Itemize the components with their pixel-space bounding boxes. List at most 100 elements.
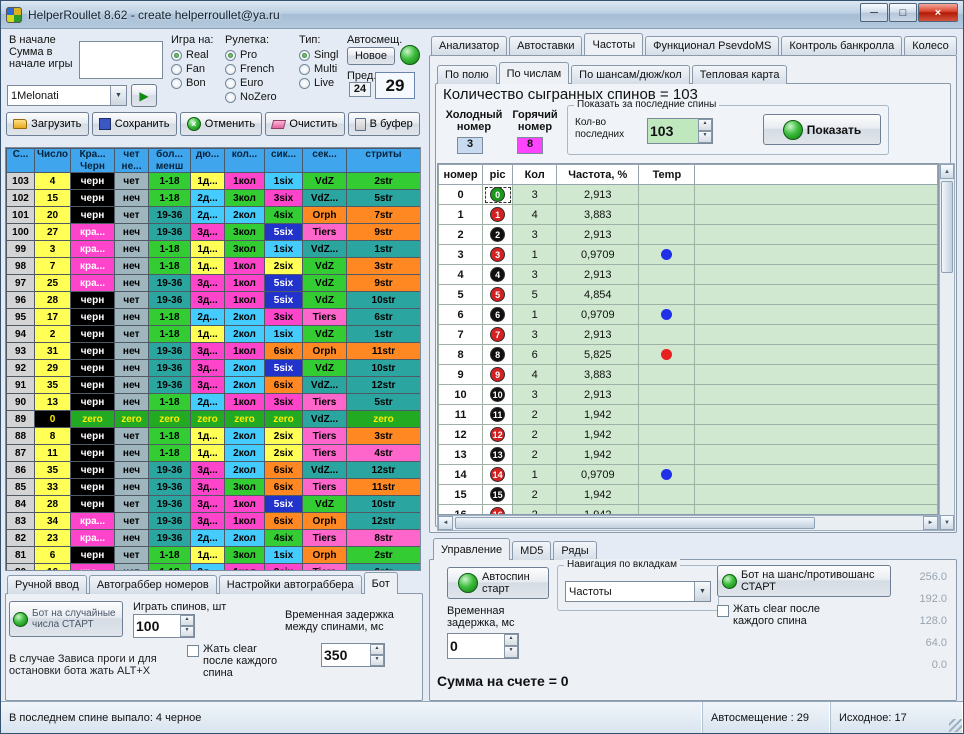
toolbar-eraser-button[interactable]: Очистить [265,112,344,136]
main-tab[interactable]: Автоставки [509,36,582,55]
spinner-down-icon[interactable]: ▼ [180,626,194,637]
spinner-down-icon[interactable]: ▼ [370,655,384,666]
type-radio-multi[interactable]: Multi [299,62,338,76]
start-sum-input[interactable] [79,41,163,79]
history-row[interactable]: 8428чернчет19-363д...1кол5sixVdZ10str [7,496,421,513]
history-row[interactable]: 9628чернчет19-363д...1кол5sixVdZ10str [7,292,421,309]
frequency-row[interactable]: 2232,913 [439,225,938,245]
tab-navigation-combobox[interactable]: Частоты ▼ [565,581,711,602]
frequency-row[interactable]: 5554,854 [439,285,938,305]
frequency-row[interactable]: 9943,883 [439,365,938,385]
chance-bot-start-button[interactable]: Бот на шанс/противошанс СТАРТ [717,565,891,597]
spinner-up-icon[interactable]: ▲ [698,119,712,131]
roulette-radio-euro[interactable]: Euro [225,76,277,90]
game-radio-real[interactable]: Real [171,48,209,62]
profile-play-button[interactable]: ▶ [131,84,157,107]
sub-tab[interactable]: По шансам/дюж/кол [571,65,690,84]
history-row[interactable]: 993кра...неч1-181д...3кол1sixVdZ...1str [7,241,421,258]
left-bottom-tab[interactable]: Ручной ввод [7,575,87,594]
main-tab[interactable]: Функционал PsevdoMS [645,36,779,55]
random-bot-start-button[interactable]: Бот на случайные числа СТАРТ [9,601,123,637]
autospin-start-button[interactable]: Автоспин старт [447,567,549,599]
history-row[interactable]: 8223кра...неч19-362д...2кол4sixTiers8str [7,530,421,547]
chevron-down-icon[interactable]: ▼ [694,582,710,601]
history-row[interactable]: 9013черннеч1-182д...1кол3sixTiers5str [7,394,421,411]
history-row[interactable]: 942чернчет1-181д...2кол1sixVdZ1str [7,326,421,343]
history-row[interactable]: 8635черннеч19-363д...2кол6sixVdZ...12str [7,462,421,479]
toolbar-save-button[interactable]: Сохранить [92,112,177,136]
history-row[interactable]: 10215черннеч1-182д...3кол3sixVdZ...5str [7,190,421,207]
game-radio-fan[interactable]: Fan [171,62,209,76]
main-tab[interactable]: Анализатор [431,36,507,55]
main-tab[interactable]: Контроль банкролла [781,36,902,55]
minimize-button[interactable]: ─ [860,3,888,22]
type-radio-singl[interactable]: Singl [299,48,338,62]
frequency-row[interactable]: 121221,942 [439,425,938,445]
toolbar-folder-button[interactable]: Загрузить [6,112,89,136]
left-bottom-tab[interactable]: Автограббер номеров [89,575,217,594]
history-row[interactable]: 8711черннеч1-181д...2кол2sixTiers4str [7,445,421,462]
history-row[interactable]: 816чернчет1-181д...3кол1sixOrph2str [7,547,421,564]
frequency-row[interactable]: 101032,913 [439,385,938,405]
history-row[interactable]: 9135черннеч19-363д...2кол6sixVdZ...12str [7,377,421,394]
history-row[interactable]: 10027кра...неч19-363д...3кол5sixTiers9st… [7,224,421,241]
roulette-radio-pro[interactable]: Pro [225,48,277,62]
spin-delay-spinner[interactable]: 350 ▲▼ [321,643,385,667]
scroll-down-icon[interactable]: ▼ [940,515,954,530]
resize-grip[interactable] [949,719,962,732]
history-row[interactable]: 8334кра...чет19-363д...1кол6sixOrph12str [7,513,421,530]
frequency-row[interactable]: 0032,913 [439,185,938,205]
main-tab[interactable]: Частоты [584,33,643,55]
frequency-row[interactable]: 131321,942 [439,445,938,465]
roulette-radio-french[interactable]: French [225,62,277,76]
type-radio-live[interactable]: Live [299,76,338,90]
control-tab[interactable]: MD5 [512,541,551,560]
frequency-row[interactable]: 7732,913 [439,325,938,345]
horizontal-scrollbar[interactable]: ◄ ► [437,515,939,531]
frequency-row[interactable]: 151521,942 [439,485,938,505]
spinner-up-icon[interactable]: ▲ [180,615,194,626]
history-row[interactable]: 890zerozerozerozerozerozeroVdZ...zero [7,411,421,428]
toolbar-clipboard-button[interactable]: В буфер [348,112,420,136]
frequency-row[interactable]: 6610,9709 [439,305,938,325]
history-row[interactable]: 1034чернчет1-181д...1кол1sixVdZ2str [7,173,421,190]
spinner-down-icon[interactable]: ▼ [698,131,712,143]
history-row[interactable]: 8016кра...чет1-182д...1кол3sixTiers6str [7,564,421,572]
vertical-scrollbar[interactable]: ▲ ▼ [939,163,955,531]
history-row[interactable]: 9517черннеч1-182д...2кол3sixTiers6str [7,309,421,326]
spinner-down-icon[interactable]: ▼ [504,646,518,658]
right-clear-after-spin-checkbox[interactable] [717,605,729,617]
sub-tab[interactable]: Тепловая карта [692,65,788,84]
sub-tab[interactable]: По полю [437,65,497,84]
frequency-row[interactable]: 141410,9709 [439,465,938,485]
toolbar-cancel-button[interactable]: ×Отменить [180,112,263,136]
scroll-right-icon[interactable]: ► [923,516,938,530]
sub-tab[interactable]: По числам [499,62,570,84]
frequency-row[interactable]: 4432,913 [439,265,938,285]
spinner-up-icon[interactable]: ▲ [504,634,518,646]
history-row[interactable]: 9229черннеч19-363д...2кол5sixVdZ10str [7,360,421,377]
control-tab[interactable]: Управление [433,538,510,560]
close-button[interactable]: × [918,3,958,22]
last-count-spinner[interactable]: 103 ▲▼ [647,118,713,144]
play-spins-spinner[interactable]: 100 ▲▼ [133,614,195,638]
history-row[interactable]: 888чернчет1-181д...2кол2sixTiers3str [7,428,421,445]
left-bottom-tab[interactable]: Бот [364,572,398,594]
frequency-row[interactable]: 3310,9709 [439,245,938,265]
frequency-row[interactable]: 111121,942 [439,405,938,425]
frequency-row[interactable]: 161621,942 [439,505,938,516]
control-delay-spinner[interactable]: 0 ▲▼ [447,633,519,659]
show-button[interactable]: Показать [763,114,881,145]
frequency-row[interactable]: 1143,883 [439,205,938,225]
scroll-left-icon[interactable]: ◄ [438,516,453,530]
profile-combobox[interactable]: 1Melonati ▼ [7,85,127,106]
scroll-up-icon[interactable]: ▲ [940,164,954,179]
autoshift-new-button[interactable]: Новое [347,47,395,65]
roulette-radio-nozero[interactable]: NoZero [225,90,277,104]
left-bottom-tab[interactable]: Настройки автограббера [219,575,362,594]
maximize-button[interactable]: □ [889,3,917,22]
history-row[interactable]: 10120чернчет19-362д...2кол4sixOrph7str [7,207,421,224]
chevron-down-icon[interactable]: ▼ [110,86,126,105]
main-tab[interactable]: Колесо [904,36,957,55]
control-tab[interactable]: Ряды [553,541,596,560]
